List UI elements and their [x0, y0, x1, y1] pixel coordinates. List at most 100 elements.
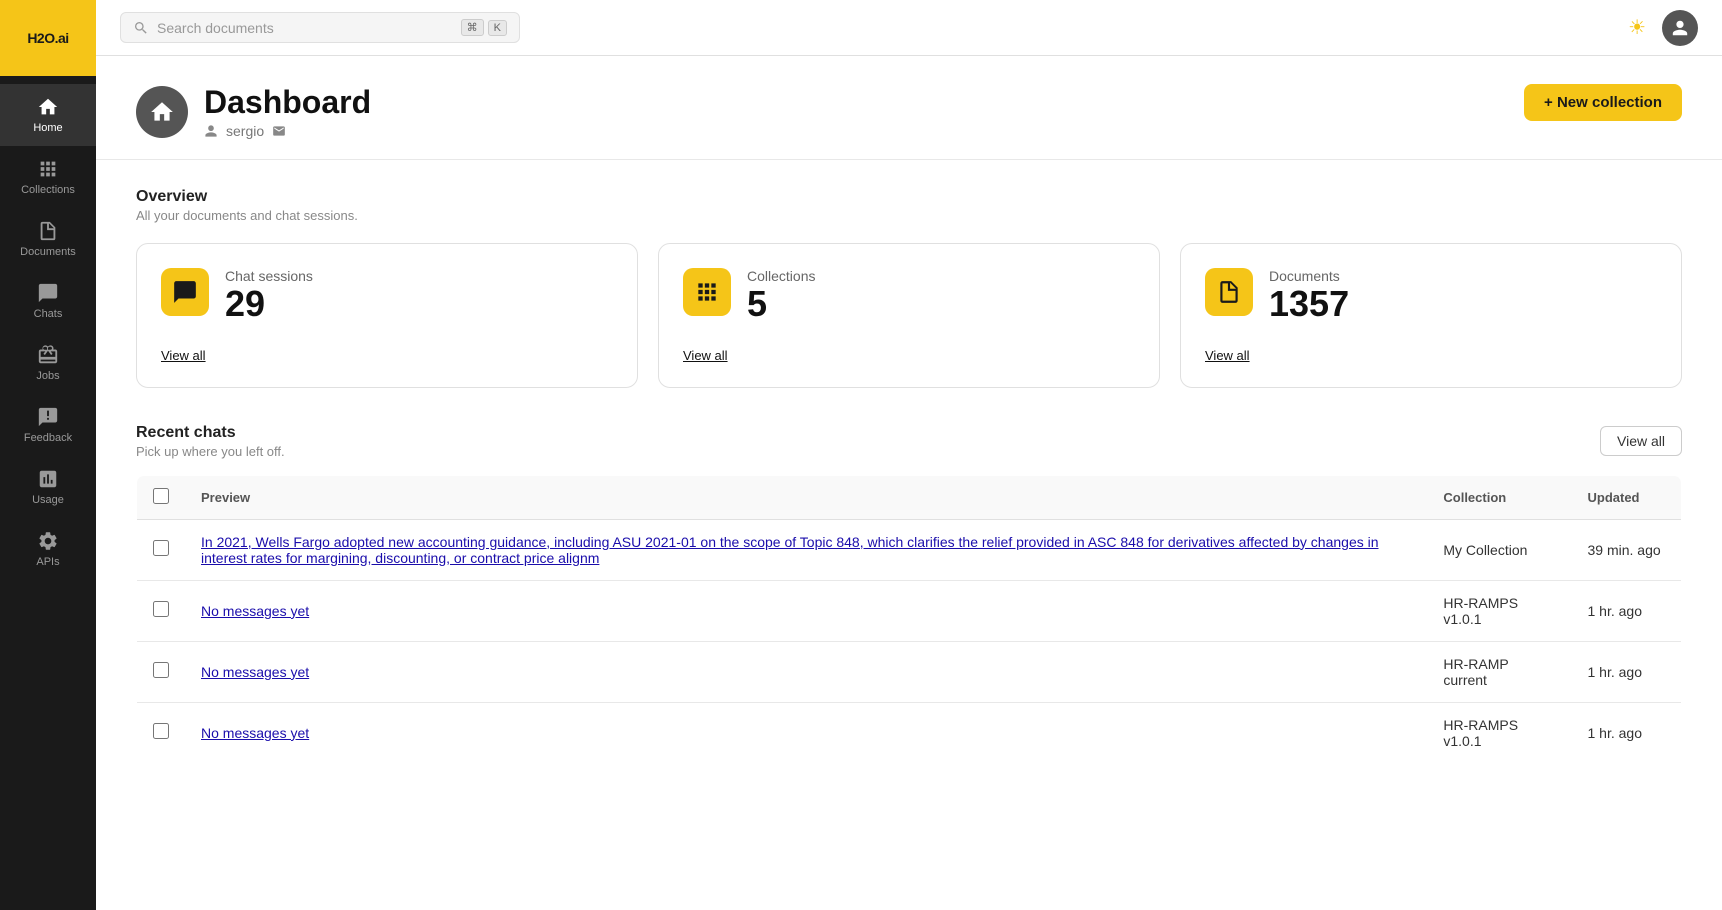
preview-link-0[interactable]: In 2021, Wells Fargo adopted new account… [201, 534, 1379, 566]
documents-card: Documents 1357 View all [1180, 243, 1682, 388]
row-preview: No messages yet [185, 580, 1427, 641]
sidebar-documents-label: Documents [20, 246, 76, 258]
sidebar-item-feedback[interactable]: Feedback [0, 394, 96, 456]
apis-icon [37, 530, 59, 552]
row-checkbox-2[interactable] [153, 662, 169, 678]
row-updated: 1 hr. ago [1571, 702, 1681, 763]
row-preview: No messages yet [185, 641, 1427, 702]
row-updated: 1 hr. ago [1571, 580, 1681, 641]
overview-cards: Chat sessions 29 View all [136, 243, 1682, 388]
sidebar-item-apis[interactable]: APIs [0, 518, 96, 580]
recent-chats-view-all-button[interactable]: View all [1600, 426, 1682, 456]
card-header: Chat sessions 29 [161, 268, 613, 324]
page-subtitle: sergio [204, 123, 371, 139]
search-placeholder: Search documents [157, 20, 274, 36]
row-updated: 1 hr. ago [1571, 641, 1681, 702]
row-checkbox-cell [137, 702, 186, 763]
sidebar-usage-label: Usage [32, 494, 64, 506]
user-icon [204, 124, 218, 138]
documents-icon [37, 220, 59, 242]
row-updated: 39 min. ago [1571, 519, 1681, 580]
sidebar-item-documents[interactable]: Documents [0, 208, 96, 270]
sidebar-nav: Home Collections Documents Chats [0, 76, 96, 910]
app-logo[interactable]: H2O.ai [0, 0, 96, 76]
sidebar-jobs-label: Jobs [36, 370, 59, 382]
table-row: In 2021, Wells Fargo adopted new account… [137, 519, 1682, 580]
row-preview: No messages yet [185, 702, 1427, 763]
card-info: Collections 5 [747, 268, 815, 324]
preview-link-3[interactable]: No messages yet [201, 725, 309, 741]
overview-subtitle: All your documents and chat sessions. [136, 208, 1682, 223]
row-collection: HR-RAMPS v1.0.1 [1427, 702, 1571, 763]
table-row: No messages yet HR-RAMPS v1.0.1 1 hr. ag… [137, 702, 1682, 763]
theme-toggle-icon[interactable]: ☀ [1628, 15, 1646, 40]
row-checkbox-3[interactable] [153, 723, 169, 739]
topbar-right: ☀ [1628, 10, 1698, 46]
table-header-preview: Preview [185, 475, 1427, 519]
page-header-left: Dashboard sergio [136, 84, 371, 139]
row-checkbox-1[interactable] [153, 601, 169, 617]
collections-view-all[interactable]: View all [683, 348, 1135, 363]
sidebar-feedback-label: Feedback [24, 432, 72, 444]
recent-chats-header: Recent chats Pick up where you left off.… [136, 424, 1682, 459]
row-collection: HR-RAMP current [1427, 641, 1571, 702]
row-collection: My Collection [1427, 519, 1571, 580]
home-icon [37, 96, 59, 118]
main-wrapper: Search documents ⌘ K ☀ Dashboard [96, 0, 1722, 910]
page-header: Dashboard sergio + New collection [96, 56, 1722, 160]
sidebar-item-collections[interactable]: Collections [0, 146, 96, 208]
card-header: Collections 5 [683, 268, 1135, 324]
search-icon [133, 20, 149, 36]
search-bar[interactable]: Search documents ⌘ K [120, 12, 520, 43]
recent-chats-section: Recent chats Pick up where you left off.… [136, 424, 1682, 764]
collections-label: Collections [747, 268, 815, 284]
sidebar: H2O.ai Home Collections Documents [0, 0, 96, 910]
user-avatar[interactable] [1662, 10, 1698, 46]
chats-icon [37, 282, 59, 304]
overview-title: Overview [136, 188, 1682, 206]
sidebar-apis-label: APIs [36, 556, 59, 568]
page-title: Dashboard [204, 84, 371, 121]
jobs-icon [37, 344, 59, 366]
chat-sessions-view-all[interactable]: View all [161, 348, 613, 363]
chats-table: Preview Collection Updated In 2021, Well… [136, 475, 1682, 764]
row-checkbox-0[interactable] [153, 540, 169, 556]
chat-sessions-icon [161, 268, 209, 316]
row-checkbox-cell [137, 580, 186, 641]
row-checkbox-cell [137, 641, 186, 702]
table-header-collection: Collection [1427, 475, 1571, 519]
preview-link-2[interactable]: No messages yet [201, 664, 309, 680]
collections-card-icon [683, 268, 731, 316]
topbar: Search documents ⌘ K ☀ [96, 0, 1722, 56]
recent-chats-subtitle: Pick up where you left off. [136, 444, 285, 459]
page-icon [136, 86, 188, 138]
select-all-checkbox[interactable] [153, 488, 169, 504]
chat-sessions-label: Chat sessions [225, 268, 313, 284]
table-row: No messages yet HR-RAMPS v1.0.1 1 hr. ag… [137, 580, 1682, 641]
username: sergio [226, 123, 264, 139]
chat-sessions-count: 29 [225, 284, 313, 324]
collections-icon [37, 158, 59, 180]
sidebar-item-home[interactable]: Home [0, 84, 96, 146]
collections-count: 5 [747, 284, 815, 324]
content: Dashboard sergio + New collection Overvi… [96, 56, 1722, 910]
card-header: Documents 1357 [1205, 268, 1657, 324]
card-info: Chat sessions 29 [225, 268, 313, 324]
table-header-updated: Updated [1571, 475, 1681, 519]
new-collection-button[interactable]: + New collection [1524, 84, 1682, 121]
feedback-icon [37, 406, 59, 428]
documents-view-all[interactable]: View all [1205, 348, 1657, 363]
documents-count: 1357 [1269, 284, 1349, 324]
usage-icon [37, 468, 59, 490]
sidebar-item-jobs[interactable]: Jobs [0, 332, 96, 394]
sidebar-item-usage[interactable]: Usage [0, 456, 96, 518]
preview-link-1[interactable]: No messages yet [201, 603, 309, 619]
collections-card: Collections 5 View all [658, 243, 1160, 388]
page-title-block: Dashboard sergio [204, 84, 371, 139]
row-collection: HR-RAMPS v1.0.1 [1427, 580, 1571, 641]
sidebar-item-chats[interactable]: Chats [0, 270, 96, 332]
sidebar-chats-label: Chats [34, 308, 63, 320]
kbd-k: K [488, 20, 507, 36]
documents-card-icon [1205, 268, 1253, 316]
content-body: Overview All your documents and chat ses… [96, 160, 1722, 792]
